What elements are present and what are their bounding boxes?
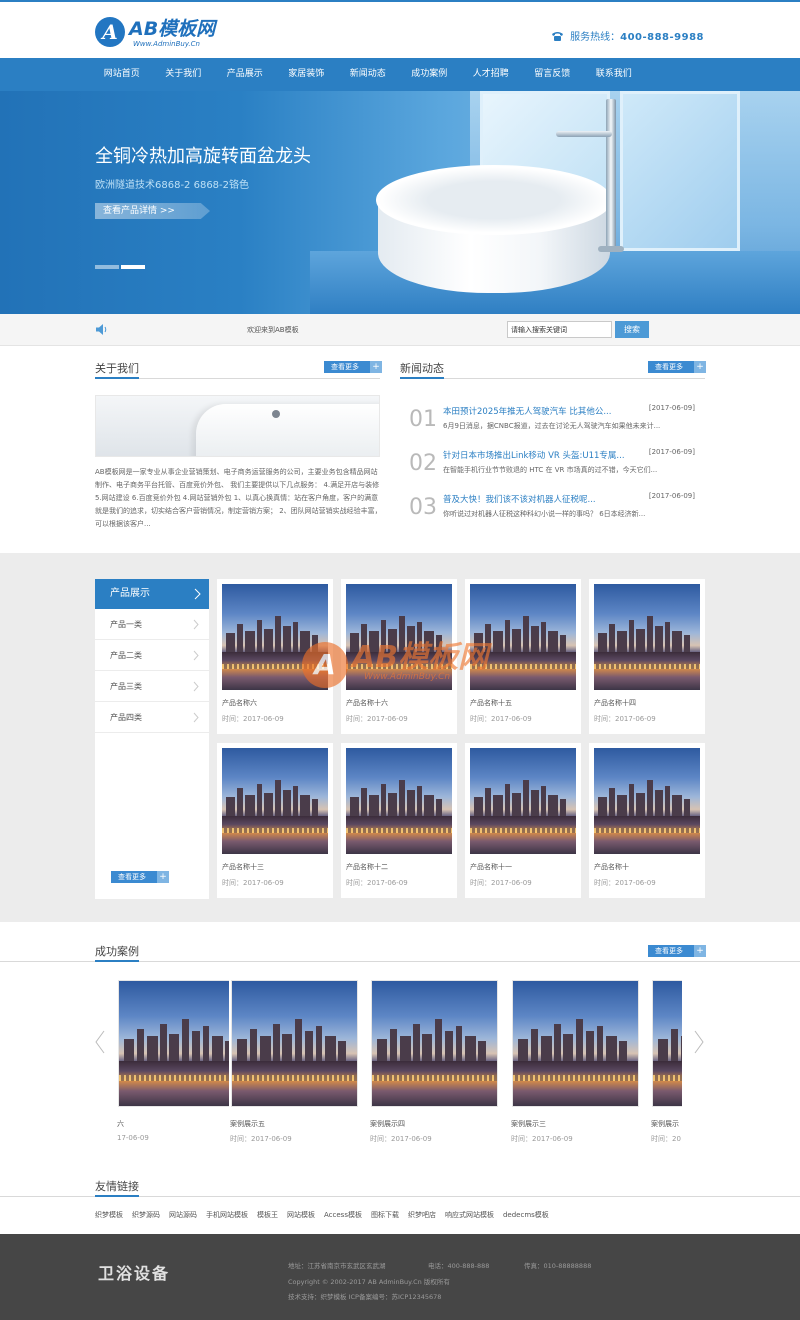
- case-time: 时间：2017-06-09: [370, 1135, 432, 1143]
- case-card[interactable]: 案例展示时间：20: [650, 977, 682, 1143]
- case-name[interactable]: 六: [117, 1119, 124, 1129]
- friend-link[interactable]: 织梦模板: [95, 1210, 123, 1220]
- friend-link[interactable]: 模板王: [257, 1210, 278, 1220]
- friend-links-list: 织梦模板 织梦源码 网站源码 手机网站模板 模板王 网站模板 Access模板 …: [95, 1210, 549, 1220]
- case-card[interactable]: 案例展示五时间：2017-06-09: [229, 977, 360, 1143]
- skyline-building: [455, 1026, 462, 1061]
- skyline-building: [478, 1041, 486, 1061]
- skyline-building: [444, 1031, 454, 1061]
- case-card[interactable]: 六 17-06-09: [116, 977, 247, 1142]
- skyline-building: [338, 1041, 346, 1061]
- skyline-building: [670, 1028, 678, 1061]
- shore-lights: [653, 1074, 682, 1081]
- skyline-building: [124, 1038, 134, 1061]
- skyline-building: [160, 1023, 167, 1061]
- footer-address: 地址：江苏省南京市玄武区玄武湖: [288, 1262, 386, 1270]
- skyline-building: [304, 1031, 314, 1061]
- shore-lights: [119, 1074, 244, 1081]
- skyline-building: [658, 1038, 668, 1061]
- friend-link[interactable]: 网站模板: [287, 1210, 315, 1220]
- skyline-building: [596, 1026, 603, 1061]
- skyline-building: [282, 1033, 292, 1061]
- case-time: 时间：20: [651, 1135, 681, 1143]
- skyline-building: [575, 1018, 583, 1061]
- cases-carousel: 六 17-06-09 案例展示五 时间：2017-06-09 案例展示四 时间：201…: [116, 0, 682, 1320]
- case-time: 17-06-09: [117, 1134, 149, 1142]
- friend-link[interactable]: 网站源码: [169, 1210, 197, 1220]
- friend-link[interactable]: Access模板: [324, 1210, 362, 1220]
- speaker-icon: [96, 324, 107, 335]
- skyline-building: [146, 1036, 158, 1061]
- case-image[interactable]: [652, 980, 682, 1107]
- case-time: 时间：2017-06-09: [511, 1135, 573, 1143]
- skyline-building: [136, 1028, 144, 1061]
- skyline-building: [619, 1041, 627, 1061]
- friend-link[interactable]: 手机网站模板: [206, 1210, 248, 1220]
- friend-link[interactable]: 织梦源码: [132, 1210, 160, 1220]
- skyline-building: [191, 1031, 201, 1061]
- shore-lights: [232, 1074, 357, 1081]
- skyline-building: [684, 634, 691, 652]
- skyline-building: [377, 1038, 387, 1061]
- skyline-building: [237, 1038, 247, 1061]
- skyline-building: [249, 1028, 257, 1061]
- case-card[interactable]: 案例展示四时间：2017-06-09: [369, 977, 500, 1143]
- skyline-building: [181, 1018, 189, 1061]
- footer-fax: 传真：010-88888888: [524, 1262, 592, 1270]
- skyline-building: [680, 1036, 682, 1061]
- skyline-building: [530, 1028, 538, 1061]
- footer-copyright: Copyright © 2002-2017 AB AdminBuy.Cn 版权所…: [288, 1278, 450, 1286]
- friend-link[interactable]: dedecms模板: [503, 1210, 549, 1220]
- case-card[interactable]: 案例展示三时间：2017-06-09: [510, 977, 641, 1143]
- skyline-building: [413, 1023, 420, 1061]
- friend-link[interactable]: 图标下载: [371, 1210, 399, 1220]
- skyline-building: [554, 1023, 561, 1061]
- carousel-next-icon[interactable]: [694, 1030, 704, 1054]
- shore-lights: [513, 1074, 638, 1081]
- skyline-building: [518, 1038, 528, 1061]
- friend-link[interactable]: 响应式网站模板: [445, 1210, 494, 1220]
- footer-tech-support[interactable]: 技术支持：织梦模板 ICP备案编号：苏ICP12345678: [288, 1291, 441, 1301]
- skyline-building: [422, 1033, 432, 1061]
- skyline-building: [202, 1026, 209, 1061]
- friend-links-title: 友情链接: [95, 1180, 139, 1193]
- shore-lights: [372, 1074, 497, 1081]
- case-image[interactable]: [371, 980, 498, 1107]
- friend-links-divider: [0, 1195, 800, 1197]
- case-name[interactable]: 案例展示: [651, 1119, 679, 1129]
- case-name[interactable]: 案例展示三: [511, 1119, 546, 1129]
- case-name[interactable]: 案例展示五: [230, 1119, 265, 1129]
- site-footer: 卫浴设备 地址：江苏省南京市玄武区玄武湖 电话：400-888-888 传真：0…: [0, 1234, 800, 1320]
- friend-link[interactable]: 织梦吧店: [408, 1210, 436, 1220]
- case-time: 时间：2017-06-09: [230, 1135, 292, 1143]
- case-name[interactable]: 案例展示四: [370, 1119, 405, 1129]
- skyline-building: [324, 1036, 336, 1061]
- skyline-building: [211, 1036, 223, 1061]
- carousel-prev-icon[interactable]: [95, 1030, 105, 1054]
- footer-phone: 电话：400-888-888: [428, 1262, 490, 1270]
- case-image[interactable]: [118, 980, 245, 1107]
- skyline-building: [399, 1036, 411, 1061]
- plus-icon: +: [694, 361, 706, 373]
- skyline-building: [259, 1036, 271, 1061]
- skyline-building: [464, 1036, 476, 1061]
- skyline-building: [315, 1026, 322, 1061]
- skyline-building: [294, 1018, 302, 1061]
- skyline-building: [389, 1028, 397, 1061]
- footer-brand: 卫浴设备: [98, 1264, 171, 1283]
- skyline-building: [585, 1031, 595, 1061]
- case-image[interactable]: [512, 980, 639, 1107]
- skyline-building: [169, 1033, 179, 1061]
- skyline-building: [563, 1033, 573, 1061]
- skyline-building: [605, 1036, 617, 1061]
- skyline-building: [540, 1036, 552, 1061]
- case-image[interactable]: [231, 980, 358, 1107]
- skyline-building: [273, 1023, 280, 1061]
- plus-icon: +: [694, 945, 706, 957]
- skyline-building: [434, 1018, 442, 1061]
- skyline-building: [684, 798, 691, 816]
